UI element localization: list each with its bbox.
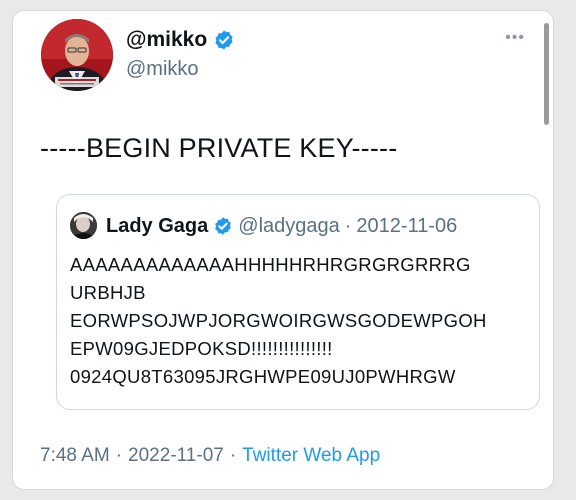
- more-options-icon[interactable]: •••: [505, 29, 525, 47]
- quoted-date[interactable]: 2012-11-06: [356, 213, 457, 239]
- tweet-source-link[interactable]: Twitter Web App: [242, 443, 380, 469]
- profile-photo-icon: [70, 212, 97, 239]
- quoted-header: Lady Gaga @ladygaga · 2012-11-06: [106, 213, 457, 239]
- verified-badge-icon: [213, 216, 233, 236]
- quoted-text-line: EPW09GJEDPOKSD!!!!!!!!!!!!!!!: [70, 338, 333, 359]
- quoted-text-line: AAAAAAAAAAAAAHHHHHRHRGRGRGRRRG: [70, 254, 471, 275]
- author-display-name[interactable]: @mikko: [126, 27, 207, 53]
- separator: ·: [115, 445, 123, 466]
- tweet-metadata: 7:48 AM · 2022-11-07 · Twitter Web App: [40, 443, 380, 469]
- quoted-handle[interactable]: @ladygaga: [238, 213, 339, 239]
- quoted-display-name[interactable]: Lady Gaga: [106, 213, 208, 239]
- scrollbar[interactable]: [544, 23, 549, 125]
- profile-photo-icon: [41, 19, 113, 91]
- quoted-text-line: EORWPSOJWPJORGWOIRGWSGODEWPGOH: [70, 310, 487, 331]
- author-handle[interactable]: @mikko: [126, 57, 199, 81]
- quoted-text-line: URBHJB: [70, 282, 146, 303]
- tweet-time[interactable]: 7:48 AM: [40, 443, 110, 469]
- author-avatar[interactable]: [41, 19, 113, 91]
- separator: ·: [229, 445, 237, 466]
- author-name-row[interactable]: @mikko: [126, 27, 235, 53]
- verified-badge-icon: [213, 29, 235, 51]
- tweet-text: -----BEGIN PRIVATE KEY-----: [40, 133, 398, 163]
- quoted-text: AAAAAAAAAAAAAHHHHHRHRGRGRGRRRG URBHJB EO…: [70, 251, 487, 391]
- quoted-author-avatar[interactable]: [70, 212, 97, 239]
- tweet-card: @mikko @mikko ••• -----BEGIN PRIVATE KEY…: [12, 10, 554, 490]
- separator: ·: [344, 215, 352, 237]
- tweet-date[interactable]: 2022-11-07: [128, 443, 224, 469]
- quoted-tweet[interactable]: Lady Gaga @ladygaga · 2012-11-06 AAAAAAA…: [56, 194, 540, 410]
- quoted-text-line: 0924QU8T63095JRGHWPE09UJ0PWHRGW: [70, 366, 456, 387]
